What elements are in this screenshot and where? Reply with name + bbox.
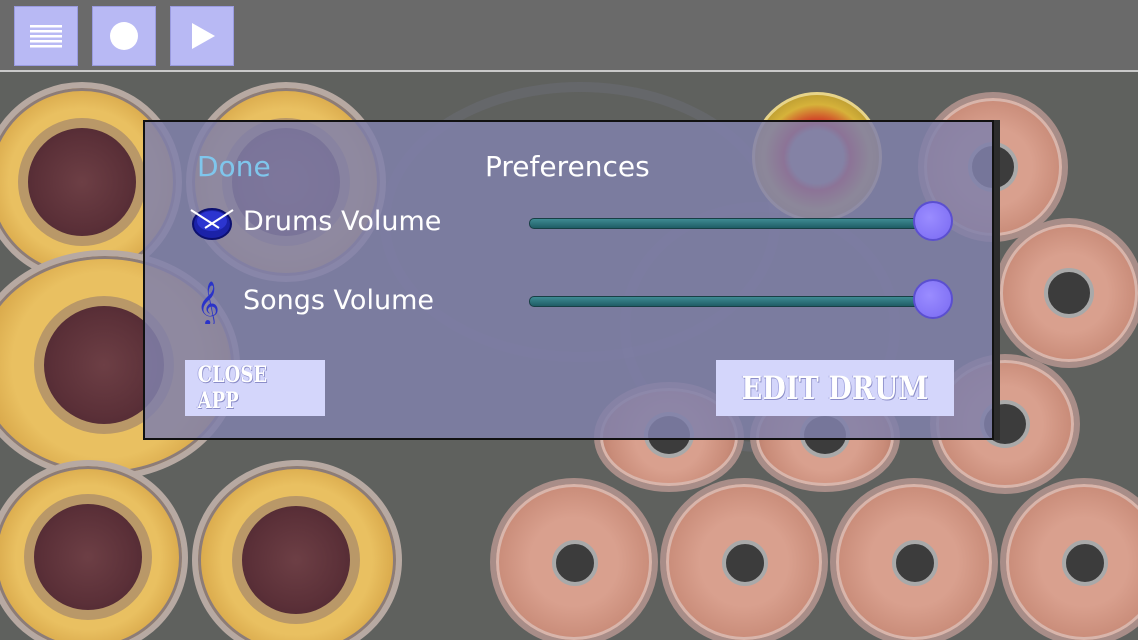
drum-pad-copper[interactable] bbox=[994, 218, 1138, 368]
songs-volume-label: Songs Volume bbox=[243, 285, 434, 316]
dialog-title: Preferences bbox=[485, 150, 650, 183]
drum-icon bbox=[190, 208, 234, 240]
play-button[interactable] bbox=[170, 6, 234, 66]
edit-drum-label: EDIT DRUM bbox=[741, 369, 929, 407]
slider-track bbox=[529, 296, 935, 307]
record-icon bbox=[110, 22, 138, 50]
songs-volume-slider[interactable] bbox=[529, 279, 953, 321]
drum-pad-gold[interactable] bbox=[0, 460, 188, 640]
preferences-dialog: Done Preferences Drums Volume 𝄞 Songs Vo… bbox=[143, 120, 994, 440]
drum-pad-copper[interactable] bbox=[490, 478, 658, 640]
drum-pad-copper[interactable] bbox=[660, 478, 828, 640]
record-button[interactable] bbox=[92, 6, 156, 66]
close-app-label: CLOSE APP bbox=[197, 362, 268, 414]
menu-button[interactable] bbox=[14, 6, 78, 66]
drum-pad-copper[interactable] bbox=[830, 478, 998, 640]
close-app-button[interactable]: CLOSE APP bbox=[185, 360, 325, 416]
drums-volume-slider[interactable] bbox=[529, 201, 953, 243]
slider-thumb[interactable] bbox=[913, 201, 953, 241]
list-icon bbox=[30, 25, 62, 48]
drum-pad-copper[interactable] bbox=[1000, 478, 1138, 640]
edit-drum-button[interactable]: EDIT DRUM bbox=[716, 360, 954, 416]
drum-pad-gold[interactable] bbox=[192, 460, 402, 640]
slider-thumb[interactable] bbox=[913, 279, 953, 319]
drums-volume-label: Drums Volume bbox=[243, 206, 442, 237]
treble-clef-icon: 𝄞 bbox=[197, 281, 219, 324]
toolbar bbox=[0, 0, 1138, 72]
done-button[interactable]: Done bbox=[197, 150, 271, 183]
svg-text:𝄞: 𝄞 bbox=[197, 281, 219, 324]
slider-track bbox=[529, 218, 935, 229]
play-icon bbox=[192, 23, 215, 49]
